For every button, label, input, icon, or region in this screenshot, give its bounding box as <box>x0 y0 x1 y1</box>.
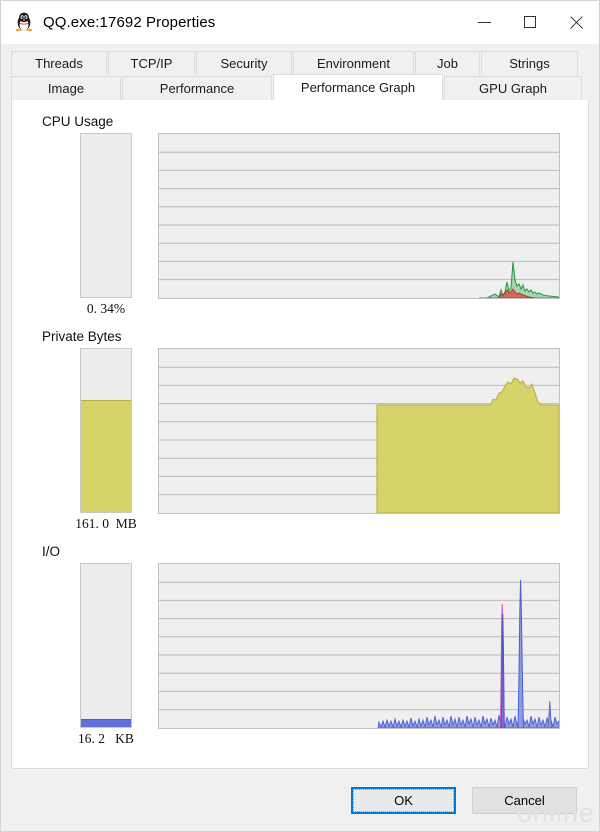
tab-threads[interactable]: Threads <box>11 51 107 75</box>
cpu-usage-gauge <box>80 133 132 298</box>
tab-image[interactable]: Image <box>11 76 121 100</box>
cancel-button[interactable]: Cancel <box>472 786 577 814</box>
tab-label: Strings <box>509 56 550 71</box>
minimize-icon <box>477 21 491 23</box>
maximize-button[interactable] <box>507 1 553 43</box>
io-gauge-fill <box>81 719 131 727</box>
close-button[interactable] <box>553 1 599 43</box>
tab-security[interactable]: Security <box>196 51 292 75</box>
tab-label: TCP/IP <box>130 56 173 71</box>
minimize-button[interactable] <box>461 1 507 43</box>
tab-label: Threads <box>35 56 83 71</box>
tab-performance-graph[interactable]: Performance Graph <box>273 74 443 100</box>
window-title: QQ.exe:17692 Properties <box>43 13 216 31</box>
tab-row-primary: Threads TCP/IP Security Environment Job … <box>11 50 589 75</box>
window-controls <box>461 1 599 43</box>
io-label: I/O <box>42 544 61 559</box>
tab-label: Job <box>437 56 458 71</box>
tab-environment[interactable]: Environment <box>293 51 414 75</box>
qq-penguin-icon <box>13 11 35 33</box>
tab-gpu-graph[interactable]: GPU Graph <box>444 76 582 100</box>
dialog-footer: online OK Cancel <box>1 769 599 831</box>
maximize-icon <box>524 16 536 28</box>
performance-graph-panel: CPU Usage 0. 34% Private Bytes 161. 0 MB… <box>11 100 589 769</box>
cpu-usage-value: 0. 34% <box>86 301 126 316</box>
tab-row-secondary: Image Performance Performance Graph GPU … <box>11 74 589 100</box>
properties-window: QQ.exe:17692 Properties Threads TCP/IP S… <box>0 0 600 832</box>
section-private-bytes: Private Bytes 161. 0 MB <box>12 329 588 544</box>
private-bytes-value: 161. 0 MB <box>75 516 137 531</box>
tab-strip: Threads TCP/IP Security Environment Job … <box>1 44 599 100</box>
tab-label: Security <box>220 56 268 71</box>
cpu-usage-graph[interactable] <box>158 133 560 299</box>
private-bytes-gauge-fill <box>81 400 131 512</box>
ok-button-label: OK <box>353 788 454 812</box>
tab-tcpip[interactable]: TCP/IP <box>108 51 195 75</box>
tab-label: Performance <box>159 81 235 96</box>
private-bytes-gauge <box>80 348 132 513</box>
tab-label: Performance Graph <box>300 80 416 95</box>
io-value: 16. 2 KB <box>78 731 134 746</box>
close-icon <box>569 15 584 30</box>
tab-job[interactable]: Job <box>415 51 480 75</box>
tab-label: Image <box>47 81 85 96</box>
tab-strings[interactable]: Strings <box>481 51 578 75</box>
io-graph[interactable] <box>158 563 560 729</box>
private-bytes-label: Private Bytes <box>42 329 122 344</box>
cpu-usage-label: CPU Usage <box>42 114 114 129</box>
private-bytes-graph[interactable] <box>158 348 560 514</box>
tab-label: Environment <box>317 56 390 71</box>
title-bar: QQ.exe:17692 Properties <box>1 1 599 44</box>
section-io: I/O 16. 2 KB <box>12 544 588 759</box>
ok-button[interactable]: OK <box>351 786 456 814</box>
tab-label: GPU Graph <box>479 81 547 96</box>
section-cpu-usage: CPU Usage 0. 34% <box>12 114 588 329</box>
cancel-button-label: Cancel <box>504 792 545 808</box>
io-gauge <box>80 563 132 728</box>
tab-performance[interactable]: Performance <box>122 76 272 100</box>
